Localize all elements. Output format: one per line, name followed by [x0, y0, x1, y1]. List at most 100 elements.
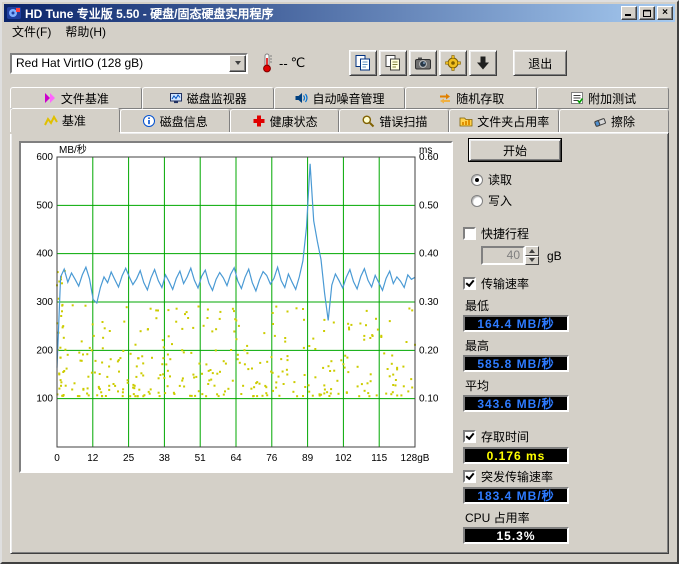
checkbox-checked-icon: [463, 470, 476, 483]
svg-text:89: 89: [302, 453, 314, 464]
svg-text:600: 600: [36, 152, 53, 163]
max-speed-display: 585.8 MB/秒: [463, 355, 569, 372]
health-icon: [252, 114, 266, 128]
svg-text:76: 76: [266, 453, 278, 464]
short-stroke-checkbox[interactable]: 快捷行程: [463, 225, 673, 242]
copy-info-button[interactable]: [379, 50, 407, 76]
spinner-up-button[interactable]: [525, 246, 539, 256]
svg-text:200: 200: [36, 345, 53, 356]
tab-benchmark[interactable]: 基准: [10, 108, 120, 132]
write-radio[interactable]: 写入: [471, 192, 673, 209]
cpu-usage-label: CPU 占用率: [465, 509, 673, 526]
start-button[interactable]: 开始: [469, 139, 561, 161]
tab-folder-usage[interactable]: 文件夹占用率: [449, 109, 559, 132]
benchmark-chart: MB/秒ms1000.102000.203000.304000.405000.5…: [19, 141, 453, 473]
svg-text:400: 400: [36, 249, 53, 260]
menu-file[interactable]: 文件(F): [5, 21, 58, 42]
svg-text:500: 500: [36, 200, 53, 211]
burst-rate-display: 183.4 MB/秒: [463, 487, 569, 504]
error-scan-icon: [361, 114, 375, 128]
copy-screen-button[interactable]: [349, 50, 377, 76]
app-window: HD Tune 专业版 5.50 - 硬盘/固态硬盘实用程序 × 文件(F) 帮…: [0, 0, 679, 564]
svg-text:128gB: 128gB: [401, 453, 430, 464]
max-label: 最高: [465, 337, 673, 354]
access-time-display: 0.176 ms: [463, 447, 569, 464]
benchmark-page: MB/秒ms1000.102000.203000.304000.405000.5…: [10, 132, 669, 554]
svg-text:100: 100: [36, 394, 53, 405]
avg-label: 平均: [465, 377, 673, 394]
disk-info-icon: [142, 114, 156, 128]
tab-disk-info[interactable]: 磁盘信息: [120, 109, 230, 132]
tools-button[interactable]: [439, 50, 467, 76]
toolbar: Red Hat VirtIO (128 gB) -- ℃: [4, 41, 675, 85]
erase-icon: [593, 114, 607, 128]
transfer-rate-checkbox[interactable]: 传输速率: [463, 275, 673, 292]
disk-monitor-icon: [169, 91, 183, 105]
file-benchmark-icon: [43, 91, 57, 105]
svg-text:12: 12: [87, 453, 99, 464]
screenshot-button[interactable]: [409, 50, 437, 76]
close-button[interactable]: ×: [657, 6, 673, 20]
svg-text:300: 300: [36, 297, 53, 308]
avg-speed-display: 343.6 MB/秒: [463, 395, 569, 412]
burst-rate-checkbox[interactable]: 突发传输速率: [463, 468, 673, 485]
camera-icon: [414, 54, 432, 72]
random-access-icon: [438, 91, 452, 105]
svg-text:0: 0: [54, 453, 60, 464]
checkbox-checked-icon: [463, 430, 476, 443]
maximize-button[interactable]: [639, 6, 655, 20]
svg-text:25: 25: [123, 453, 135, 464]
title-bar: HD Tune 专业版 5.50 - 硬盘/固态硬盘实用程序 ×: [4, 4, 675, 22]
drive-select[interactable]: Red Hat VirtIO (128 gB): [10, 53, 248, 74]
temperature-readout: -- ℃: [258, 52, 305, 74]
svg-text:51: 51: [195, 453, 207, 464]
tab-disk-monitor[interactable]: 磁盘监视器: [142, 87, 274, 109]
drive-select-value: Red Hat VirtIO (128 gB): [12, 56, 229, 70]
svg-text:0.60: 0.60: [419, 152, 439, 163]
spinner-value: 40: [481, 246, 525, 265]
tab-file-benchmark[interactable]: 文件基准: [10, 87, 142, 109]
svg-text:MB/秒: MB/秒: [59, 143, 87, 156]
svg-text:0.30: 0.30: [419, 297, 439, 308]
svg-text:0.20: 0.20: [419, 345, 439, 356]
svg-text:102: 102: [335, 453, 352, 464]
access-time-checkbox[interactable]: 存取时间: [463, 428, 673, 445]
checkbox-unchecked-icon: [463, 227, 476, 240]
tab-health[interactable]: 健康状态: [230, 109, 340, 132]
temperature-unit: ℃: [291, 55, 306, 71]
svg-text:0.40: 0.40: [419, 249, 439, 260]
tab-erase[interactable]: 擦除: [559, 109, 669, 132]
menu-bar: 文件(F) 帮助(H): [4, 22, 675, 41]
toolbar-buttons: [349, 50, 497, 76]
svg-text:38: 38: [159, 453, 171, 464]
tab-extra-tests[interactable]: 附加测试: [537, 87, 669, 109]
svg-text:0.10: 0.10: [419, 394, 439, 405]
copy-screen-icon: [354, 54, 372, 72]
chevron-down-icon[interactable]: [229, 55, 246, 72]
exit-button[interactable]: 退出: [513, 50, 567, 76]
thermometer-icon: [258, 52, 276, 74]
folder-usage-icon: [459, 114, 473, 128]
spinner-down-button[interactable]: [525, 256, 539, 266]
short-stroke-size-spinner[interactable]: 40: [481, 246, 539, 265]
checkbox-checked-icon: [463, 277, 476, 290]
copy-info-icon: [384, 54, 402, 72]
read-radio[interactable]: 读取: [471, 171, 673, 188]
minimize-button[interactable]: [621, 6, 637, 20]
short-stroke-size-row: 40 gB: [481, 246, 673, 265]
benchmark-icon: [44, 114, 58, 128]
cpu-usage-display: 15.3%: [463, 527, 569, 544]
save-results-button[interactable]: [469, 50, 497, 76]
menu-help[interactable]: 帮助(H): [58, 21, 113, 42]
window-title: HD Tune 专业版 5.50 - 硬盘/固态硬盘实用程序: [25, 5, 619, 22]
tools-icon: [444, 54, 462, 72]
app-icon: [6, 5, 22, 21]
svg-text:115: 115: [371, 453, 387, 464]
svg-text:0.50: 0.50: [419, 200, 439, 211]
controls-panel: 开始 读取 写入 快捷行程 40: [461, 137, 673, 547]
tab-noise-management[interactable]: 自动噪音管理: [274, 87, 406, 109]
tab-error-scan[interactable]: 错误扫描: [339, 109, 449, 132]
svg-text:64: 64: [230, 453, 242, 464]
noise-management-icon: [294, 91, 308, 105]
tab-random-access[interactable]: 随机存取: [405, 87, 537, 109]
